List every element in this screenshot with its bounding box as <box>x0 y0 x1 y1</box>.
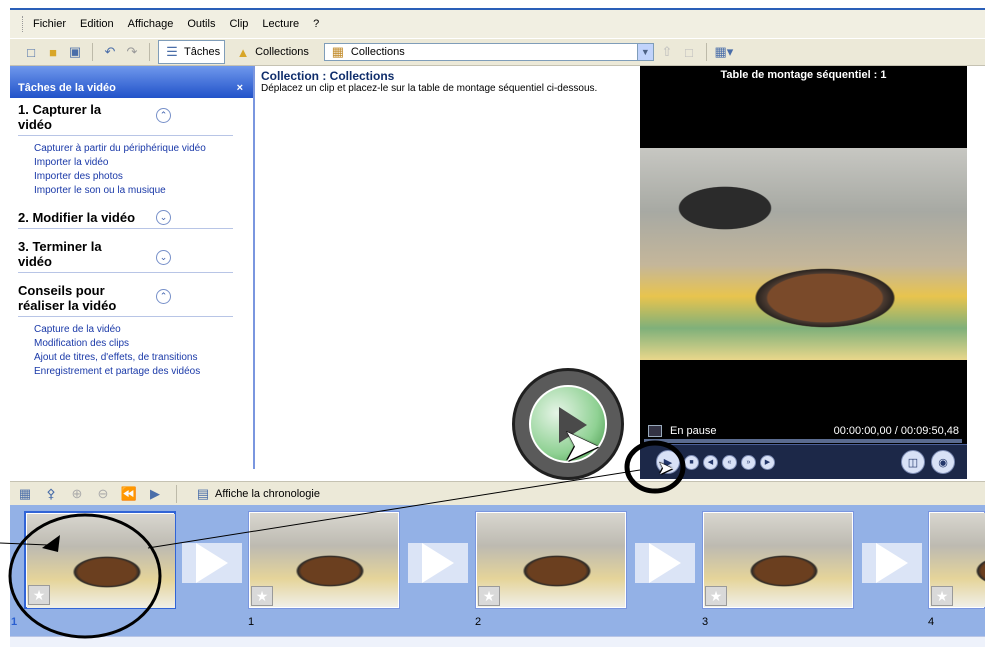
mouse-pointer-icon: ➤ <box>658 458 674 478</box>
annotation-line <box>0 542 49 546</box>
highlight-circle-clip <box>8 513 162 639</box>
highlight-circle-play <box>624 440 686 494</box>
annotation-line <box>147 469 641 549</box>
mouse-pointer-icon: ➤ <box>562 419 601 471</box>
annotation-arrowhead <box>42 535 60 552</box>
tutorial-annotation-overlay <box>0 440 686 639</box>
